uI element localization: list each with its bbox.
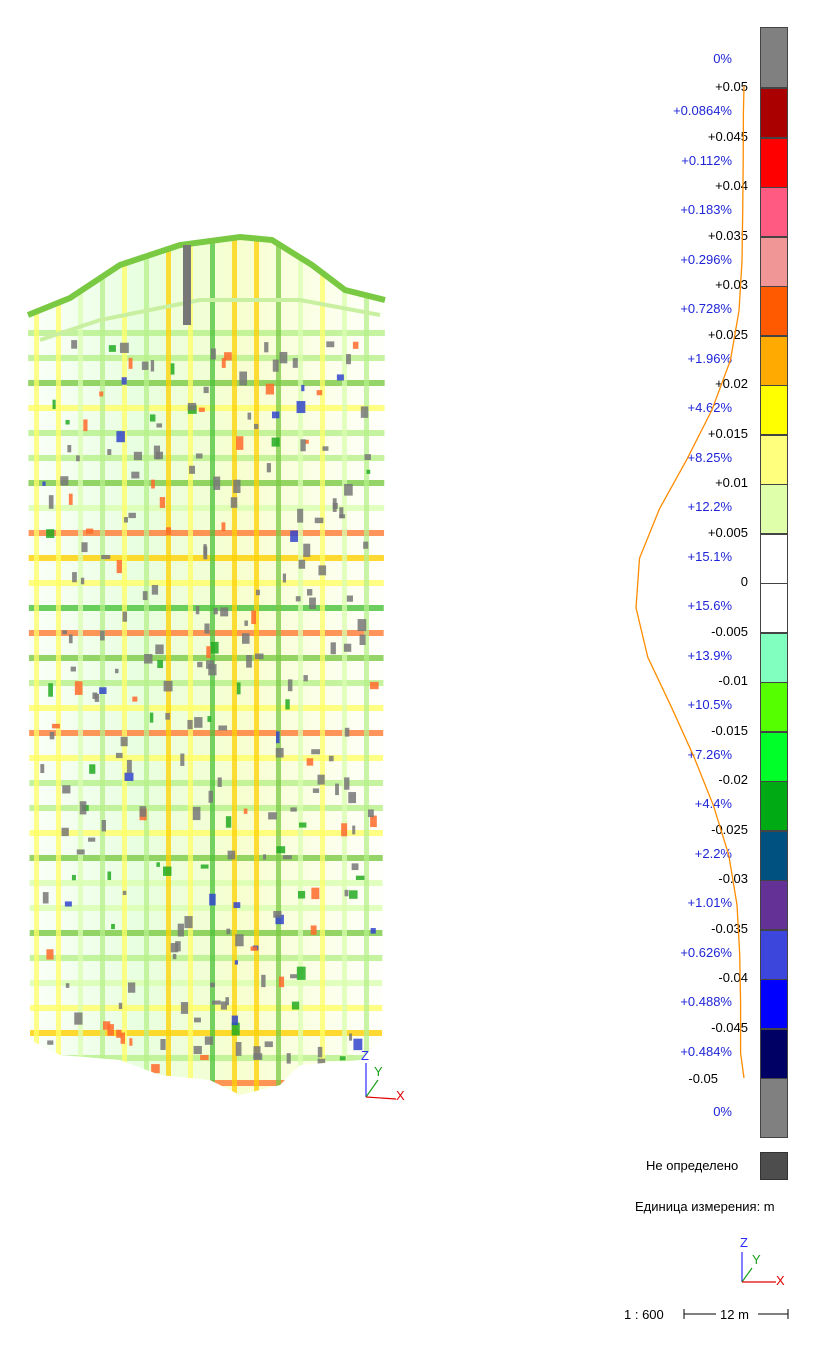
- scale-ratio: 1 : 600: [624, 1307, 664, 1322]
- legend-swatch-19: [760, 1028, 788, 1079]
- undefined-label: Не определено: [646, 1158, 739, 1173]
- legend-swatch-13: [760, 731, 788, 782]
- legend-swatch-8: [760, 484, 788, 534]
- legend-swatch-5: [760, 335, 788, 386]
- scene-x-axis-label: X: [396, 1088, 405, 1103]
- legend-swatch-0: [760, 88, 788, 138]
- unit-label: Единица измерения: m: [635, 1199, 775, 1214]
- legend-swatch-17: [760, 929, 788, 980]
- legend-swatch-14: [760, 781, 788, 831]
- legend-y-axis-label: Y: [752, 1252, 761, 1267]
- legend-swatch-12: [760, 682, 788, 732]
- legend-swatch-11: [760, 632, 788, 683]
- legend-swatch-1: [760, 137, 788, 188]
- legend-swatch-10: [760, 583, 788, 633]
- top-overflow-percent: 0%: [713, 51, 732, 66]
- legend-swatch-6: [760, 385, 788, 435]
- legend-swatch-15: [760, 830, 788, 881]
- scene-y-axis-label: Y: [374, 1064, 383, 1079]
- scale-bar-label: 12 m: [720, 1307, 749, 1322]
- legend-swatch-16: [760, 880, 788, 930]
- distribution-curve: [635, 85, 745, 1079]
- legend-swatch-9: [760, 533, 788, 584]
- overflow-bottom-swatch: [760, 1078, 788, 1138]
- legend-swatch-7: [760, 434, 788, 485]
- building-point-cloud: [26, 233, 397, 1100]
- legend-swatch-4: [760, 286, 788, 336]
- building-facade: [28, 237, 385, 1095]
- legend-swatch-18: [760, 979, 788, 1029]
- overflow-top-swatch: [760, 27, 788, 88]
- bottom-overflow-percent: 0%: [713, 1104, 732, 1119]
- legend-swatch-2: [760, 187, 788, 237]
- undefined-swatch: [760, 1152, 788, 1180]
- legend-z-axis-label: Z: [740, 1235, 748, 1250]
- scene-z-axis-label: Z: [361, 1048, 369, 1063]
- legend-x-axis-label: X: [776, 1273, 785, 1288]
- legend-swatch-3: [760, 236, 788, 287]
